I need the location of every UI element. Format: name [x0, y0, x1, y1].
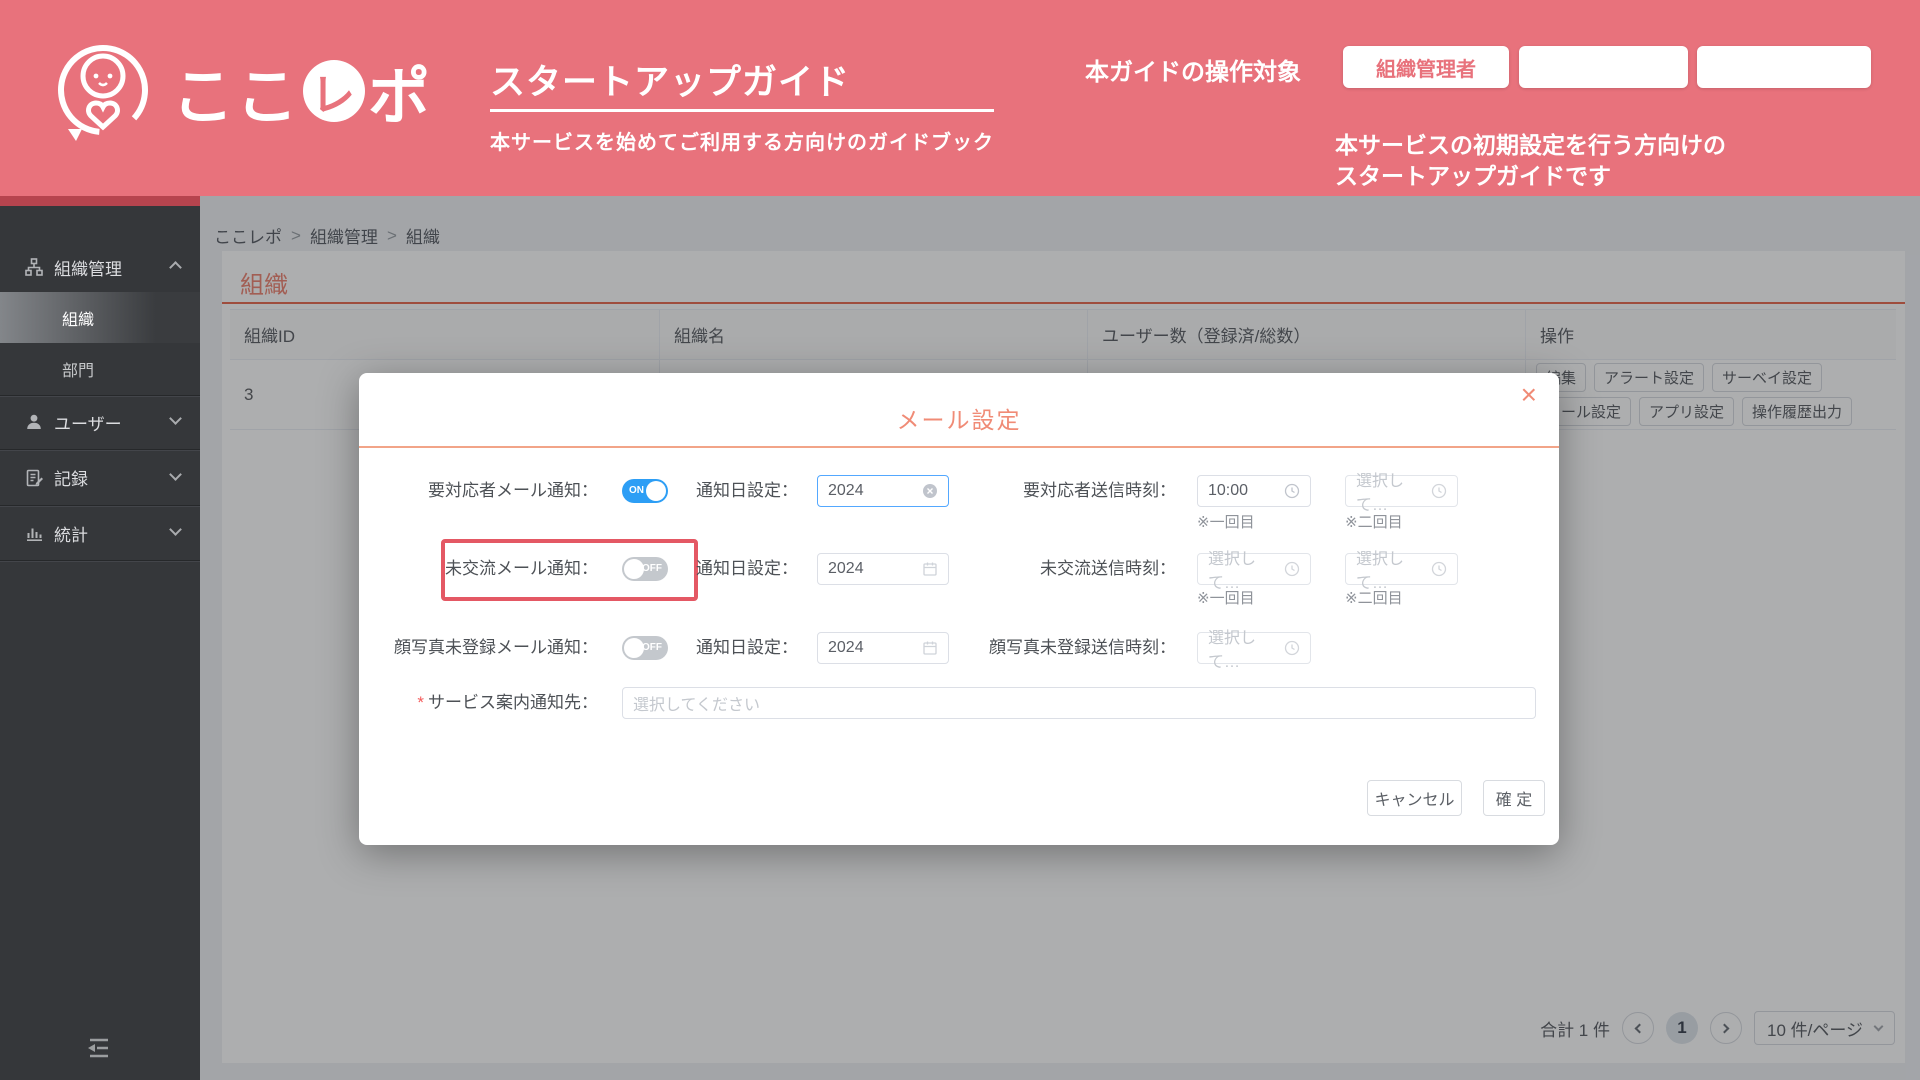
sidebar-item-org-management[interactable]: 組織管理 — [0, 242, 200, 292]
record-icon — [24, 468, 44, 488]
attention-send-time-label: 要対応者送信時刻： — [1023, 481, 1176, 500]
role-button-2[interactable] — [1519, 46, 1688, 88]
input-value: 2024 — [828, 639, 864, 656]
logo-accent-disc: レ — [303, 60, 366, 122]
chevron-down-icon — [169, 523, 182, 543]
required-asterisk: * — [417, 693, 424, 712]
input-placeholder: 選択してください — [633, 697, 761, 714]
sidebar-item-users[interactable]: ユーザー — [0, 396, 200, 448]
kokorepo-logo: ここレポ — [48, 30, 432, 152]
chevron-down-icon — [169, 467, 182, 488]
org-chart-icon — [24, 257, 44, 277]
clock-icon — [1284, 561, 1300, 577]
sidebar-item-department[interactable]: 部門 — [0, 343, 200, 395]
audience-label: 本ガイドの操作対象 — [1085, 59, 1301, 86]
guide-subtitle: 本サービスを始めてご利用する方向けのガイドブック — [490, 132, 994, 154]
input-placeholder: 選択して… — [1208, 551, 1257, 592]
input-value: 10:00 — [1208, 482, 1249, 499]
sidebar-item-label: 記録 — [54, 470, 88, 489]
sidebar-item-label: 統計 — [54, 525, 88, 545]
audience-description: 本サービスの初期設定を行う方向けの スタートアップガイドです — [1335, 130, 1726, 192]
sidebar-item-statistics[interactable]: 統計 — [0, 506, 200, 560]
input-value: 2024 — [828, 560, 864, 577]
user-icon — [24, 412, 44, 432]
label-text: サービス案内通知先： — [428, 693, 598, 712]
sidebar-item-label: ユーザー — [54, 414, 122, 434]
notify-date-label: 通知日設定： — [696, 481, 798, 500]
logo-text: ここレポ — [172, 46, 432, 136]
audience-desc-line1: 本サービスの初期設定を行う方向けの — [1335, 132, 1726, 158]
mail-settings-dialog: × メール設定 要対応者メール通知： ON 通知日設定： 2024 要対応者送信… — [359, 373, 1559, 845]
logo-accent-char: レ — [311, 71, 358, 120]
clock-icon — [1284, 483, 1300, 499]
header-red-accent-bar — [0, 196, 200, 206]
mascot-logo-icon — [58, 45, 148, 141]
sidebar-divider — [0, 560, 200, 562]
logo-text-part1: ここ — [172, 63, 301, 132]
clock-icon — [1431, 483, 1447, 499]
sidebar-item-label: 組織 — [62, 311, 95, 329]
dialog-title: メール設定 — [896, 407, 1022, 433]
attention-send-time2-input[interactable]: 選択して… — [1345, 473, 1458, 514]
guide-title-block: スタートアップガイド 本サービスを始めてご利用する方向けのガイドブック — [490, 54, 994, 155]
clock-icon — [1284, 640, 1300, 656]
guide-title: スタートアップガイド — [490, 54, 994, 112]
cancel-button[interactable]: キャンセル — [1367, 780, 1462, 816]
role-button-org-admin[interactable]: 組織管理者 — [1343, 46, 1509, 88]
no-interaction-mail-notify-label: 未交流メール通知： — [445, 559, 598, 578]
guide-header: ここレポ スタートアップガイド 本サービスを始めてご利用する方向けのガイドブック… — [0, 0, 1920, 196]
clock-icon — [1431, 561, 1447, 577]
stats-icon — [24, 523, 44, 543]
collapse-menu-icon[interactable] — [84, 1036, 114, 1060]
no-photo-send-time-label: 顔写真未登録送信時刻： — [989, 638, 1176, 657]
service-info-dest-label: * サービス案内通知先： — [359, 687, 598, 719]
second-time-caption: ※二回目 — [1345, 514, 1403, 531]
sidebar-item-records[interactable]: 記録 — [0, 450, 200, 505]
first-time-caption: ※一回目 — [1197, 590, 1255, 607]
service-info-dest-input[interactable]: 選択してください — [622, 687, 1536, 719]
app-window: ここレポ スタートアップガイド 本サービスを始めてご利用する方向けのガイドブック… — [0, 0, 1920, 1080]
confirm-button[interactable]: 確 定 — [1483, 780, 1545, 816]
notify-date-label: 通知日設定： — [696, 638, 798, 657]
input-placeholder: 選択して… — [1356, 551, 1405, 592]
logo-text-part2: ポ — [368, 63, 433, 132]
notify-date-label: 通知日設定： — [696, 559, 798, 578]
sidebar-item-label: 部門 — [62, 363, 95, 380]
input-placeholder: 選択して… — [1208, 630, 1257, 671]
input-value: 2024 — [828, 482, 864, 499]
sidebar-item-label: 組織管理 — [54, 259, 122, 279]
attention-mail-notify-label: 要対応者メール通知： — [428, 481, 598, 500]
attention-send-time1-input[interactable]: 10:00 — [1197, 475, 1311, 507]
no-photo-send-time-input[interactable]: 選択して… — [1197, 630, 1311, 671]
input-placeholder: 選択して… — [1356, 473, 1405, 514]
first-time-caption: ※一回目 — [1197, 514, 1255, 531]
chevron-up-icon — [169, 257, 182, 277]
sidebar-nav: 組織管理 組織 部門 ユーザー 記録 統計 — [0, 206, 200, 1080]
dialog-title-divider — [359, 446, 1559, 448]
sidebar-item-organization[interactable]: 組織 — [0, 292, 200, 343]
no-interaction-send-time2-input[interactable]: 選択して… — [1345, 551, 1458, 592]
audience-desc-line2: スタートアップガイドです — [1335, 163, 1611, 189]
no-photo-mail-notify-label: 顔写真未登録メール通知： — [394, 638, 598, 657]
no-interaction-send-time-label: 未交流送信時刻： — [1040, 559, 1176, 578]
chevron-down-icon — [169, 412, 182, 432]
role-button-3[interactable] — [1697, 46, 1871, 88]
no-interaction-send-time1-input[interactable]: 選択して… — [1197, 551, 1311, 592]
second-time-caption: ※二回目 — [1345, 590, 1403, 607]
